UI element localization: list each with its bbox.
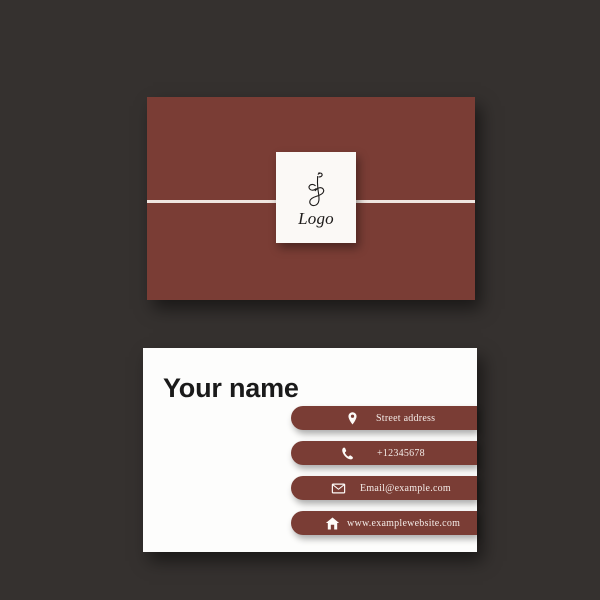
business-card-front: Your name Street address +12345678 Email… [143,348,477,552]
contact-label-email: Email@example.com [360,482,451,494]
location-pin-icon [345,411,360,426]
contact-list: Street address +12345678 Email@example.c… [291,406,477,535]
contact-label-website: www.examplewebsite.com [347,517,461,529]
envelope-icon [331,481,346,496]
contact-row-address[interactable]: Street address [291,406,477,430]
contact-label-phone: +12345678 [377,447,425,459]
contact-row-phone[interactable]: +12345678 [291,441,477,465]
logo-box: Logo [276,152,356,243]
business-card-back: Logo [147,97,475,300]
phone-icon [340,446,355,461]
logo-wordmark: Logo [298,208,334,228]
card-holder-name: Your name [163,373,299,403]
home-icon [325,516,340,531]
script-monogram-icon [299,169,333,209]
contact-row-email[interactable]: Email@example.com [291,476,477,500]
contact-row-website[interactable]: www.examplewebsite.com [291,511,477,535]
contact-label-address: Street address [376,412,436,424]
mockup-stage: Logo Your name Street address +12345678 … [0,0,600,600]
